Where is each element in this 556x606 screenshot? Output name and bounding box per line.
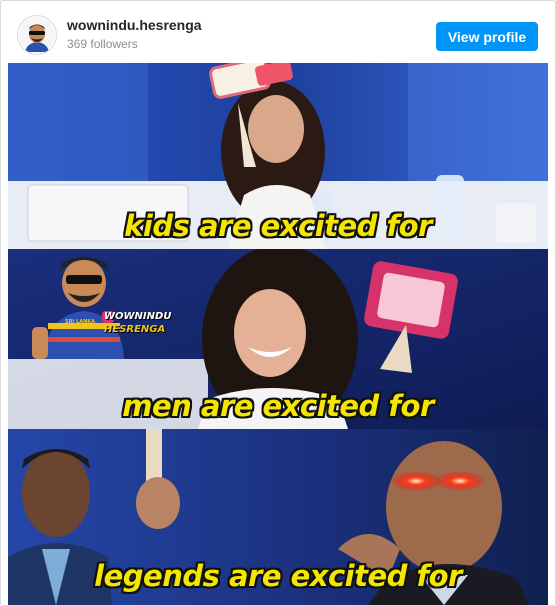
instagram-embed-card: wownindu.hesrenga 369 followers View pro… (0, 0, 556, 606)
caption-kids: kids are excited for (124, 209, 432, 243)
meme-panel-men: SRI LANKA WOWNINDU HESRENGA men are exci… (8, 249, 548, 429)
post-header: wownindu.hesrenga 369 followers View pro… (1, 1, 555, 61)
follower-count: 369 followers (67, 37, 138, 51)
caption-legends: legends are excited for (94, 559, 462, 593)
username[interactable]: wownindu.hesrenga (67, 17, 202, 33)
view-profile-button[interactable]: View profile (436, 22, 538, 51)
meme-panel-kids: kids are excited for (8, 63, 548, 249)
caption-men: men are excited for (122, 389, 434, 423)
watermark-line-2: HESRENGA (104, 324, 166, 335)
meme-image[interactable]: kids are excited for SRI LANKA WOWNINDU … (8, 63, 548, 605)
watermark-badge-text: SRI LANKA (64, 319, 96, 325)
profile-avatar[interactable] (17, 15, 57, 55)
cartoon-avatar-icon (19, 17, 55, 53)
meme-panel-legends: legends are excited for (8, 429, 548, 605)
watermark-line-1: WOWNINDU (104, 311, 172, 322)
